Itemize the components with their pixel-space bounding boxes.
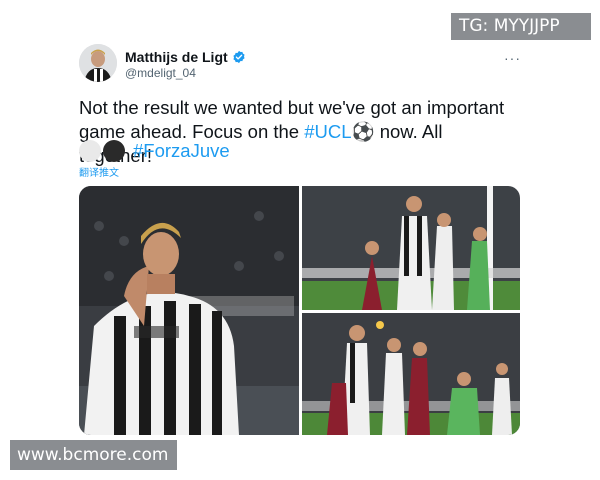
watermark-bottom: www.bcmore.com [10,440,177,470]
tweet-line-2-prefix: game ahead. Focus on the [79,121,305,142]
translate-tweet-link[interactable]: 翻译推文 [79,164,119,179]
photo-goalmouth-scramble[interactable] [302,313,520,435]
soccer-ball-icon: ⚽ [351,121,375,142]
tweet-line-1: Not the result we wanted but we've got a… [79,97,505,118]
author-handle[interactable]: @mdeligt_04 [125,66,196,80]
black-circle-icon [103,140,125,162]
verified-badge-icon [233,50,245,64]
hashtag-forzajuve[interactable]: #ForzaJuve [133,140,230,162]
photo-celebration[interactable] [79,186,299,435]
white-circle-icon [79,140,101,162]
more-options-icon[interactable]: ··· [504,50,521,66]
photo-header-action[interactable] [302,186,520,310]
media-grid [79,186,520,435]
watermark-top: TG: MYYJJPP [451,13,591,40]
hashtag-ucl[interactable]: #UCL [304,121,351,142]
avatar[interactable] [79,44,117,82]
author-name[interactable]: Matthijs de Ligt [125,49,228,65]
